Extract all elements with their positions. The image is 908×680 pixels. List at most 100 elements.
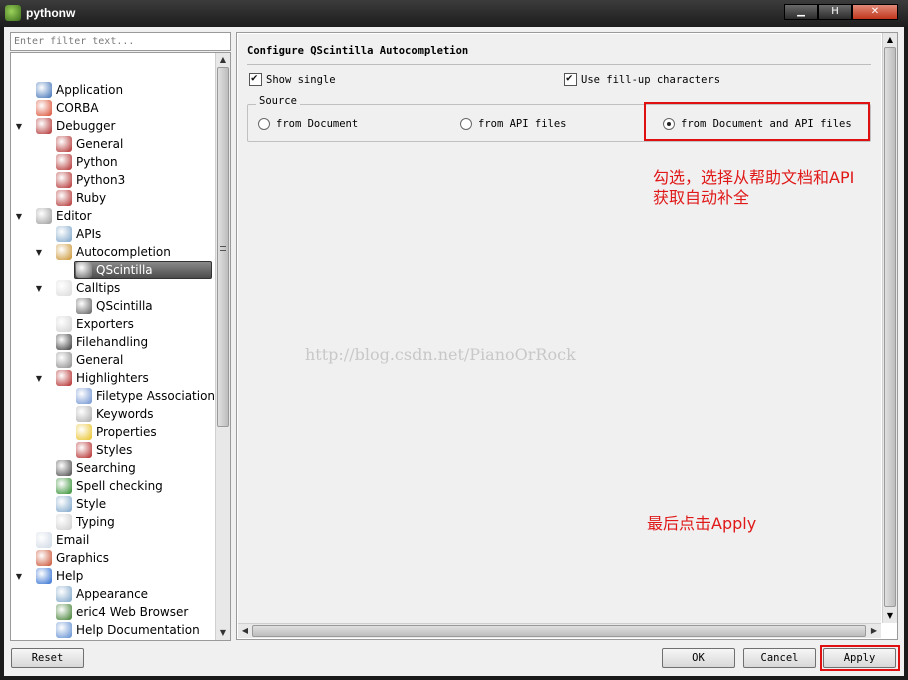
checkbox-checked-icon[interactable] <box>249 71 262 86</box>
page-hscrollbar[interactable]: ◀ ▶ <box>238 623 881 638</box>
watermark: http://blog.csdn.net/PianoOrRock <box>305 345 576 364</box>
expand-arrow-icon[interactable]: ▼ <box>14 572 24 581</box>
tree-scrollbar[interactable]: ▲ ▼ <box>215 53 230 640</box>
title-bar: pythonw ▁ H ✕ <box>0 0 908 27</box>
tree-item-label: Application <box>56 83 124 97</box>
radio-icon[interactable] <box>460 118 472 130</box>
dialog-client: IconsHelp ViewersHelp Documentationeric4… <box>4 27 904 676</box>
tree-item-help[interactable]: ▼ Help <box>11 567 216 585</box>
bug-icon <box>36 118 52 134</box>
scroll-right-arrow-icon[interactable]: ▶ <box>867 624 881 638</box>
tree-item-exporters[interactable]: Exporters <box>11 315 216 333</box>
config-tree: IconsHelp ViewersHelp Documentationeric4… <box>10 52 231 641</box>
filetype-icon <box>76 388 92 404</box>
tree-item-qscintilla[interactable]: QScintilla <box>11 261 216 279</box>
tree-item-calltips[interactable]: ▼ Calltips <box>11 279 216 297</box>
expand-arrow-icon[interactable]: ▼ <box>34 284 44 293</box>
tree-item-filetype-associations[interactable]: Filetype Associations <box>11 387 221 405</box>
checkbox-checked-icon[interactable] <box>564 71 577 86</box>
radio-from-document[interactable]: from Document <box>258 118 358 130</box>
tree-item-keywords[interactable]: Keywords <box>11 405 216 423</box>
filter-input[interactable] <box>10 32 231 51</box>
scrollbar-thumb[interactable] <box>217 67 229 427</box>
radio-icon[interactable] <box>258 118 270 130</box>
tree-item-general[interactable]: General <box>11 351 216 369</box>
tree-item-eric4-web-browser[interactable]: eric4 Web Browser <box>11 603 216 621</box>
appearance-icon <box>56 586 72 602</box>
show-single-label: Show single <box>266 73 336 86</box>
tree-item-label: Email <box>56 533 90 547</box>
cancel-button[interactable]: Cancel <box>743 648 816 668</box>
page-vscrollbar[interactable]: ▲ ▼ <box>882 33 897 623</box>
tree-item-application[interactable]: Application <box>11 81 216 99</box>
tree-item-label: Spell checking <box>76 479 163 493</box>
tree-item-spell-checking[interactable]: Spell checking <box>11 477 216 495</box>
tree-item-editor[interactable]: ▼ Editor <box>11 207 216 225</box>
tree-item-qscintilla[interactable]: QScintilla <box>11 297 216 315</box>
show-single-checkbox[interactable]: Show single <box>249 71 336 86</box>
scroll-up-arrow-icon[interactable]: ▲ <box>883 33 897 47</box>
tree-item-label: Styles <box>96 443 133 457</box>
tree-item-debugger[interactable]: ▼ Debugger <box>11 117 216 135</box>
scrollbar-thumb[interactable] <box>884 47 896 607</box>
tree-item-apis[interactable]: APIs <box>11 225 216 243</box>
floppy-icon <box>56 334 72 350</box>
scroll-down-arrow-icon[interactable]: ▼ <box>883 609 897 623</box>
expand-arrow-icon[interactable]: ▼ <box>14 122 24 131</box>
tree-item-properties[interactable]: Properties <box>11 423 216 441</box>
annotation-line: 勾选，选择从帮助文档和API <box>653 168 855 187</box>
tree-item-styles[interactable]: Styles <box>11 441 216 459</box>
bug-icon <box>56 154 72 170</box>
bug-icon <box>56 136 72 152</box>
tree-item-autocompletion[interactable]: ▼ Autocompletion <box>11 243 216 261</box>
key-icon <box>76 406 92 422</box>
expand-arrow-icon[interactable]: ▼ <box>34 248 44 257</box>
scroll-left-arrow-icon[interactable]: ◀ <box>238 624 252 638</box>
tools-icon <box>56 352 72 368</box>
tree-item-label: Highlighters <box>76 371 149 385</box>
tree-item-label: Help Documentation <box>76 623 200 637</box>
corba-icon <box>36 100 52 116</box>
tree-item-email[interactable]: Email <box>11 531 216 549</box>
use-fillup-checkbox[interactable]: Use fill-up characters <box>564 71 720 86</box>
app-icon <box>5 5 21 21</box>
tree-item-searching[interactable]: Searching <box>11 459 216 477</box>
tree-item-label: Help <box>56 569 84 583</box>
window-controls: ▁ H ✕ <box>784 4 898 20</box>
expand-arrow-icon[interactable]: ▼ <box>14 212 24 221</box>
radio-from-api-files[interactable]: from API files <box>460 118 567 130</box>
tree-item-typing[interactable]: Typing <box>11 513 216 531</box>
scrollbar-thumb[interactable] <box>252 625 866 637</box>
annotation-note-2: 最后点击Apply <box>647 514 757 533</box>
radio-label: from API files <box>478 118 567 130</box>
annotation-note-1: 勾选，选择从帮助文档和API 获取自动补全 <box>653 168 854 208</box>
minimize-button[interactable]: ▁ <box>784 4 818 20</box>
grip-icon <box>220 246 226 251</box>
tree-item-style[interactable]: Style <box>11 495 216 513</box>
tree-item-python3[interactable]: Python3 <box>11 171 216 189</box>
tree-item-ruby[interactable]: Ruby <box>11 189 216 207</box>
help-viewer-icon <box>56 640 72 641</box>
tree-item-graphics[interactable]: Graphics <box>11 549 216 567</box>
ok-button[interactable]: OK <box>662 648 735 668</box>
tree-item-python[interactable]: Python <box>11 153 216 171</box>
tree-item-label: Ruby <box>76 191 107 205</box>
tree-item-highlighters[interactable]: ▼ Highlighters <box>11 369 216 387</box>
radio-label: from Document <box>276 118 359 130</box>
tree-item-general[interactable]: General <box>11 135 216 153</box>
annotation-line: 获取自动补全 <box>653 188 750 207</box>
tree-item-label: General <box>76 137 124 151</box>
tree-item-filehandling[interactable]: Filehandling <box>11 333 216 351</box>
maximize-button[interactable]: H <box>818 4 852 20</box>
tree-item-corba[interactable]: CORBA <box>11 99 216 117</box>
tree-item-appearance[interactable]: Appearance <box>11 585 216 603</box>
divider <box>247 64 871 65</box>
reset-button[interactable]: Reset <box>11 648 84 668</box>
close-button[interactable]: ✕ <box>852 4 898 20</box>
tree-item-help-documentation[interactable]: Help Documentation <box>11 621 216 639</box>
scroll-up-arrow-icon[interactable]: ▲ <box>216 53 230 67</box>
tree-item-help-viewers[interactable]: Help Viewers <box>11 639 216 641</box>
scroll-down-arrow-icon[interactable]: ▼ <box>216 626 230 640</box>
qscintilla-icon <box>76 262 92 278</box>
expand-arrow-icon[interactable]: ▼ <box>34 374 44 383</box>
